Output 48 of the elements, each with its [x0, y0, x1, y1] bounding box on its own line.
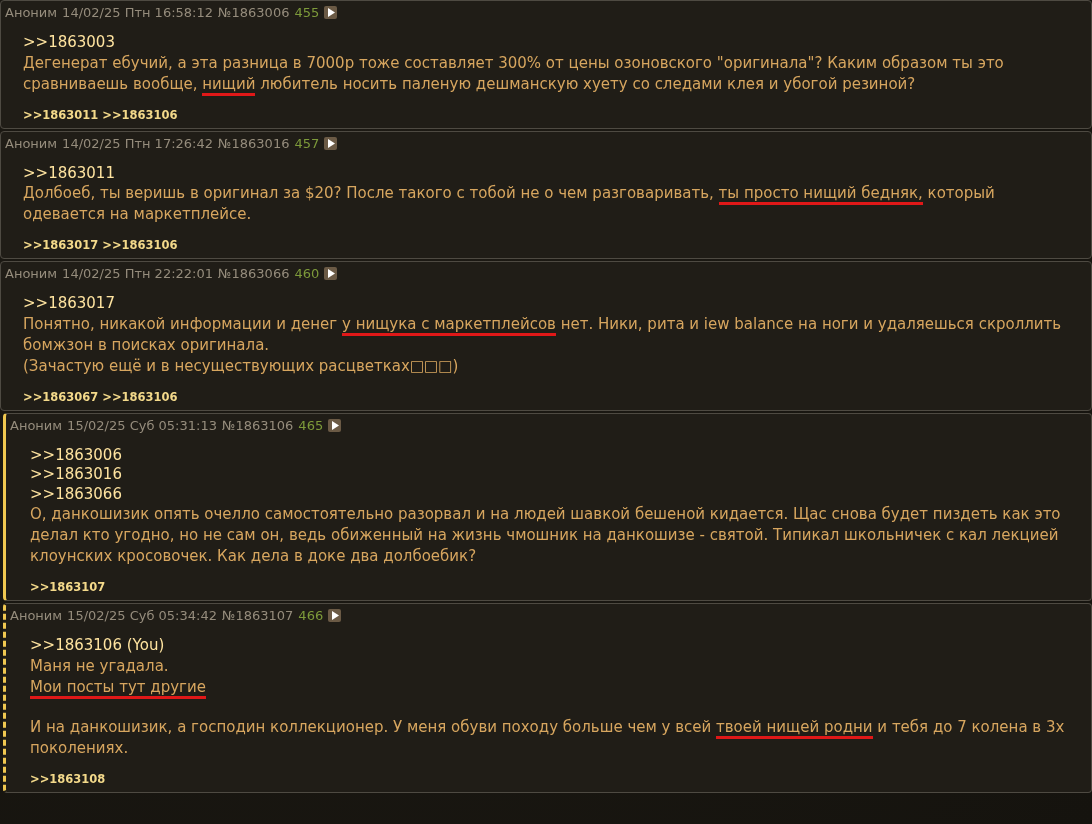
reply-link[interactable]: >>1863067: [23, 389, 99, 404]
quote-link[interactable]: >>1863017: [23, 294, 115, 314]
post-author: Аноним: [5, 5, 58, 20]
reply-link[interactable]: >>1863106: [102, 238, 178, 252]
quote-link[interactable]: >>1863106 (You): [30, 636, 165, 656]
quote-link[interactable]: >>1863003: [23, 33, 115, 53]
post-date: 15/02/25 Суб 05:34:42: [67, 608, 217, 623]
post-text: Дегенерат ебучий, а эта разница в 7000р тоже составляет 300% от цены озоновского "оригинала"? Каким образом ты это сравниваешь вообще, нищий любитель носить паленую дешманскую хуету со следами клея и убогой резиной?: [23, 52, 1073, 95]
reply-link[interactable]: >>1863011: [23, 107, 99, 122]
reply-link[interactable]: >>1863108: [30, 771, 106, 786]
quote-link[interactable]: >>1863066: [30, 484, 122, 504]
post-count: 465: [298, 417, 324, 433]
post-author: Аноним: [10, 417, 63, 433]
post-author: Аноним: [5, 135, 58, 151]
post-author: Аноним: [10, 608, 63, 623]
post-count: 457: [294, 135, 320, 151]
reply-link[interactable]: >>1863106: [102, 107, 178, 122]
play-icon[interactable]: [328, 609, 342, 622]
post-count: 466: [298, 608, 324, 623]
post-text: Мои посты тут другие: [30, 676, 1073, 698]
post-text: И на данкошизик, а господин коллекционер. У меня обуви походу больше чем у всей твоей нищей родни и тебя до 7 колена в 3х поколениях.: [30, 716, 1066, 759]
post-number[interactable]: №1863066: [218, 266, 290, 281]
reply-link[interactable]: >>1863017: [23, 238, 99, 252]
post-number[interactable]: №1863107: [221, 608, 294, 623]
post-text: Долбоеб, ты веришь в оригинал за $20? После такого с тобой не о чем разговаривать, ты просто нищий бедняк, который одевается на маркетплейсе.: [23, 183, 996, 225]
post-count: 455: [294, 5, 320, 20]
play-icon[interactable]: [324, 267, 338, 280]
reply-link[interactable]: >>1863107: [30, 580, 106, 594]
play-icon[interactable]: [328, 418, 342, 432]
post-number[interactable]: №1863006: [218, 5, 290, 20]
reply-link[interactable]: >>1863106: [102, 389, 178, 404]
post-text: Маня не угадала.: [30, 655, 170, 677]
post-date: 14/02/25 Птн 16:58:12: [62, 5, 213, 20]
post-number[interactable]: №1863016: [218, 135, 290, 151]
post-number[interactable]: №1863106: [221, 417, 294, 433]
post-text: О, данкошизик опять очелло самостоятельно разорвал и на людей шавкой бешеной кидается. Щас снова будет пиздеть как это делал кто угодно, но не сам он, ведь обиженный на жизнь чмошник на данкошизе - святой. Типикал школьничек с кал лекцией клоунских кросовочек. Как дела в доке два долбоебик?: [30, 504, 1062, 567]
quote-link[interactable]: >>1863016: [30, 465, 122, 485]
play-icon[interactable]: [324, 6, 338, 19]
quote-link[interactable]: >>1863006: [30, 445, 122, 465]
quote-link[interactable]: >>1863011: [23, 163, 115, 183]
post-text: Понятно, никакой информации и денег у нищука с маркетплейсов нет. Ники, рита и iew balance на ноги и удаляешься скроллить бомжзон в поисках оригинала.: [23, 313, 1063, 356]
post-author: Аноним: [5, 266, 58, 281]
post-date: 14/02/25 Птн 17:26:42: [62, 135, 213, 151]
post-count: 460: [294, 266, 320, 281]
post-text: (Зачастую ещё и в несуществующих расцветках□□□): [23, 355, 460, 377]
post-date: 14/02/25 Птн 22:22:01: [62, 266, 213, 281]
play-icon[interactable]: [324, 136, 338, 150]
post-date: 15/02/25 Суб 05:31:13: [67, 417, 217, 433]
